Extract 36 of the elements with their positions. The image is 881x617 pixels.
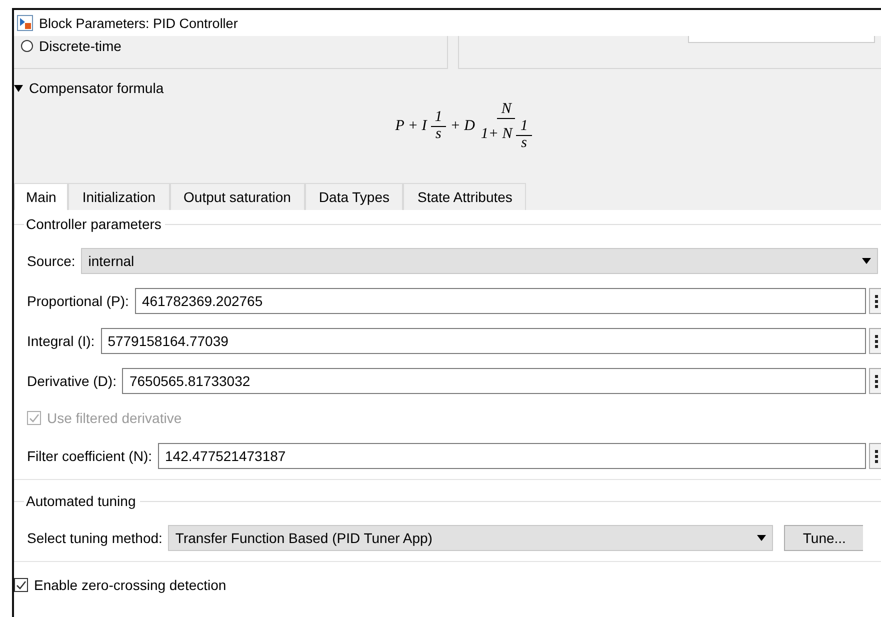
input-field[interactable]: 7650565.81733032 bbox=[122, 368, 866, 394]
field-label: Source: bbox=[27, 253, 76, 269]
tune-button[interactable]: Tune... bbox=[784, 525, 864, 551]
input-field[interactable]: 5779158164.77039 bbox=[100, 328, 866, 354]
tuning-method-dropdown[interactable]: Transfer Function Based (PID Tuner App) bbox=[168, 525, 774, 551]
more-options-button[interactable] bbox=[869, 288, 881, 314]
group-title: Automated tuning bbox=[25, 493, 136, 509]
more-options-button[interactable] bbox=[869, 328, 881, 354]
app-icon bbox=[17, 15, 33, 31]
radio-label: Discrete-time bbox=[39, 38, 122, 54]
field-label: Derivative (D): bbox=[27, 373, 116, 389]
checkbox-label: Use filtered derivative bbox=[47, 410, 182, 426]
field-label: Proportional (P): bbox=[27, 293, 129, 309]
caret-icon bbox=[757, 535, 766, 541]
tab[interactable]: Initialization bbox=[68, 183, 170, 210]
input-field[interactable]: 142.477521473187 bbox=[158, 443, 866, 469]
source-dropdown[interactable]: internal bbox=[81, 248, 878, 274]
checkbox[interactable] bbox=[14, 578, 28, 592]
caret-icon[interactable] bbox=[14, 84, 23, 92]
section-header[interactable]: Compensator formula bbox=[29, 80, 164, 96]
field-label: Filter coefficient (N): bbox=[27, 448, 152, 464]
caret-icon bbox=[862, 258, 871, 264]
input-field[interactable] bbox=[688, 36, 875, 43]
tab[interactable]: Data Types bbox=[304, 183, 404, 210]
field-label: Select tuning method: bbox=[27, 530, 162, 546]
checkbox-label: Enable zero-crossing detection bbox=[34, 577, 226, 593]
input-field[interactable]: 461782369.202765 bbox=[134, 288, 866, 314]
field-label: Integral (I): bbox=[27, 333, 95, 349]
radio-button[interactable] bbox=[21, 40, 33, 52]
more-options-button[interactable] bbox=[869, 368, 881, 394]
tab[interactable]: Main bbox=[14, 183, 68, 210]
tab[interactable]: Output saturation bbox=[170, 183, 305, 210]
window-title: Block Parameters: PID Controller bbox=[39, 16, 238, 30]
group-title: Controller parameters bbox=[25, 216, 162, 232]
tab[interactable]: State Attributes bbox=[403, 183, 526, 210]
more-options-button[interactable] bbox=[869, 443, 881, 469]
